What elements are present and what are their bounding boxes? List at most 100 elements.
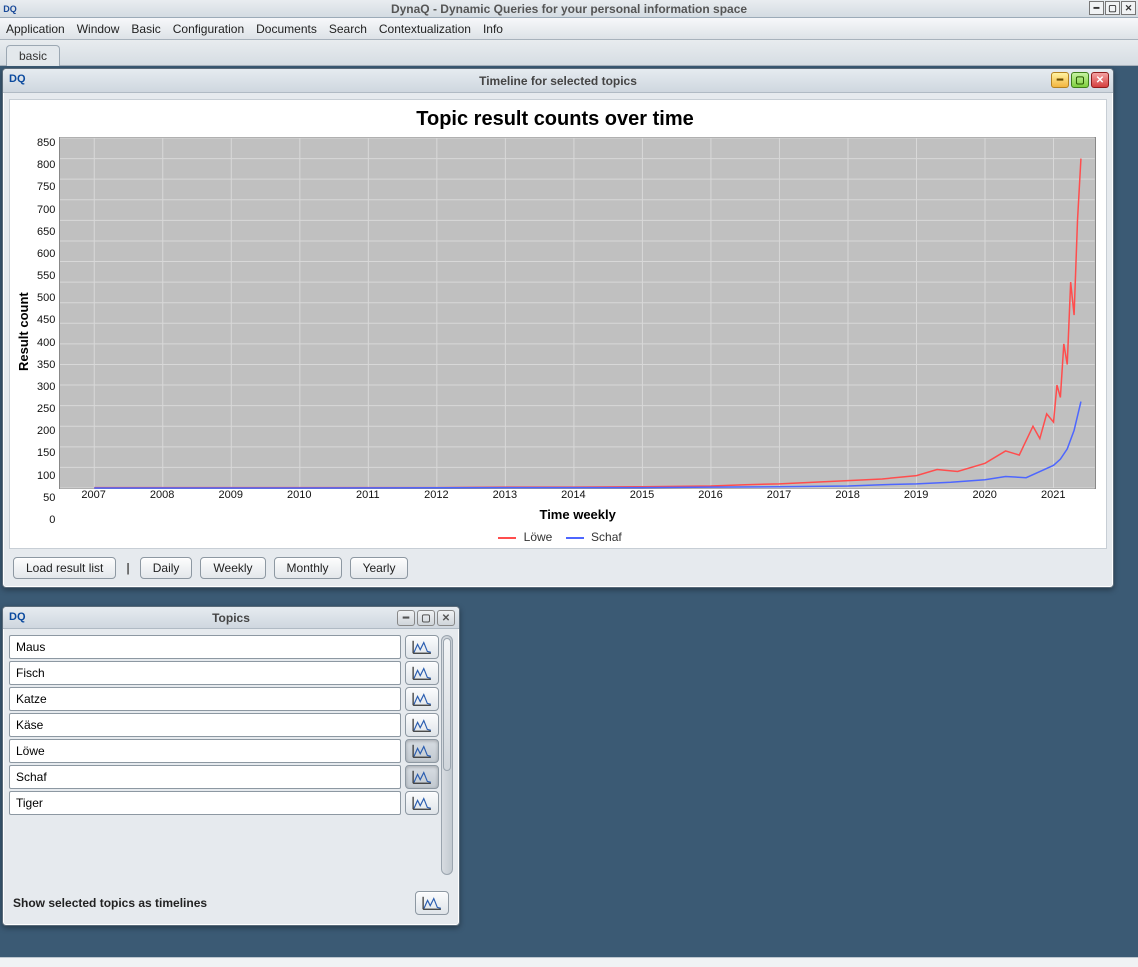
tabbar: basic: [0, 40, 1138, 66]
x-tick: 2012: [424, 489, 448, 501]
menu-search[interactable]: Search: [329, 22, 367, 36]
show-selected-label: Show selected topics as timelines: [13, 896, 407, 910]
timeline-window: DQ Timeline for selected topics ━ ▢ ✕ To…: [2, 68, 1114, 588]
menu-contextualization[interactable]: Contextualization: [379, 22, 471, 36]
timeline-icon: [411, 795, 433, 811]
topic-timeline-toggle[interactable]: [405, 739, 439, 763]
y-tick: 550: [37, 270, 55, 282]
timeline-icon: [421, 895, 443, 911]
x-tick: 2019: [904, 489, 928, 501]
timeline-close-button[interactable]: ✕: [1091, 72, 1109, 88]
topic-input[interactable]: [9, 739, 401, 763]
topics-maximize-button[interactable]: ▢: [417, 610, 435, 626]
x-tick: 2016: [698, 489, 722, 501]
timeline-titlebar[interactable]: DQ Timeline for selected topics ━ ▢ ✕: [3, 69, 1113, 93]
topic-row: [9, 687, 439, 711]
weekly-button[interactable]: Weekly: [200, 557, 265, 579]
topic-timeline-toggle[interactable]: [405, 713, 439, 737]
x-tick: 2020: [972, 489, 996, 501]
y-tick: 850: [37, 137, 55, 149]
outer-maximize-button[interactable]: ▢: [1105, 1, 1120, 15]
topics-list: [9, 635, 453, 875]
legend-swatch-schaf: [566, 537, 584, 539]
topic-input[interactable]: [9, 791, 401, 815]
y-tick: 650: [37, 226, 55, 238]
outer-close-button[interactable]: ✕: [1121, 1, 1136, 15]
y-tick: 400: [37, 337, 55, 349]
y-tick: 150: [37, 447, 55, 459]
topic-input[interactable]: [9, 765, 401, 789]
topic-row: [9, 791, 439, 815]
timeline-minimize-button[interactable]: ━: [1051, 72, 1069, 88]
timeline-icon: [411, 639, 433, 655]
legend-label-lowe: Löwe: [524, 530, 553, 544]
x-tick: 2009: [218, 489, 242, 501]
x-tick: 2011: [356, 489, 380, 501]
chart-title: Topic result counts over time: [14, 108, 1096, 131]
show-selected-timelines-button[interactable]: [415, 891, 449, 915]
button-separator: |: [124, 561, 131, 575]
load-result-list-button[interactable]: Load result list: [13, 557, 116, 579]
y-tick: 50: [37, 492, 55, 504]
timeline-icon: [411, 717, 433, 733]
x-tick: 2008: [150, 489, 174, 501]
y-tick: 800: [37, 159, 55, 171]
chart-plot-area: [59, 137, 1096, 489]
x-tick: 2007: [81, 489, 105, 501]
chart-panel: Topic result counts over time Result cou…: [9, 99, 1107, 549]
menu-configuration[interactable]: Configuration: [173, 22, 244, 36]
topic-timeline-toggle[interactable]: [405, 765, 439, 789]
desktop: DQ Timeline for selected topics ━ ▢ ✕ To…: [0, 66, 1138, 957]
topic-row: [9, 661, 439, 685]
menu-documents[interactable]: Documents: [256, 22, 317, 36]
statusbar: [0, 957, 1138, 967]
monthly-button[interactable]: Monthly: [274, 557, 342, 579]
topic-timeline-toggle[interactable]: [405, 661, 439, 685]
topic-input[interactable]: [9, 687, 401, 711]
topic-input[interactable]: [9, 713, 401, 737]
x-axis-ticks: 2007200820092010201120122013201420152016…: [59, 489, 1096, 505]
topic-timeline-toggle[interactable]: [405, 687, 439, 711]
timeline-icon: [411, 769, 433, 785]
menu-application[interactable]: Application: [6, 22, 65, 36]
topics-footer: Show selected topics as timelines: [9, 875, 453, 919]
y-tick: 700: [37, 204, 55, 216]
yearly-button[interactable]: Yearly: [350, 557, 409, 579]
app-title: DynaQ - Dynamic Queries for your persona…: [391, 2, 747, 16]
topics-titlebar[interactable]: DQ Topics ━ ▢ ✕: [3, 607, 459, 629]
y-tick: 600: [37, 248, 55, 260]
app-icon: DQ: [3, 2, 17, 16]
outer-minimize-button[interactable]: ━: [1089, 1, 1104, 15]
topic-timeline-toggle[interactable]: [405, 791, 439, 815]
topic-input[interactable]: [9, 635, 401, 659]
menu-window[interactable]: Window: [77, 22, 120, 36]
topic-timeline-toggle[interactable]: [405, 635, 439, 659]
y-tick: 200: [37, 425, 55, 437]
menu-info[interactable]: Info: [483, 22, 503, 36]
topics-scrollbar[interactable]: [441, 635, 453, 875]
timeline-maximize-button[interactable]: ▢: [1071, 72, 1089, 88]
topics-close-button[interactable]: ✕: [437, 610, 455, 626]
x-tick: 2013: [493, 489, 517, 501]
x-tick: 2010: [287, 489, 311, 501]
app-titlebar: DQ DynaQ - Dynamic Queries for your pers…: [0, 0, 1138, 18]
topics-minimize-button[interactable]: ━: [397, 610, 415, 626]
legend-label-schaf: Schaf: [591, 530, 622, 544]
tab-basic[interactable]: basic: [6, 45, 60, 66]
y-axis-label: Result count: [14, 137, 33, 526]
topics-window-title: Topics: [3, 611, 459, 625]
x-tick: 2014: [561, 489, 585, 501]
topics-window: DQ Topics ━ ▢ ✕ Show selected topics as …: [2, 606, 460, 926]
window-icon: DQ: [9, 73, 26, 85]
y-tick: 450: [37, 314, 55, 326]
topic-row: [9, 635, 439, 659]
timeline-icon: [411, 665, 433, 681]
x-tick: 2021: [1041, 489, 1065, 501]
timeline-window-title: Timeline for selected topics: [3, 74, 1113, 88]
topic-input[interactable]: [9, 661, 401, 685]
daily-button[interactable]: Daily: [140, 557, 193, 579]
topic-row: [9, 713, 439, 737]
menu-basic[interactable]: Basic: [131, 22, 160, 36]
timeline-icon: [411, 743, 433, 759]
topic-row: [9, 739, 439, 763]
